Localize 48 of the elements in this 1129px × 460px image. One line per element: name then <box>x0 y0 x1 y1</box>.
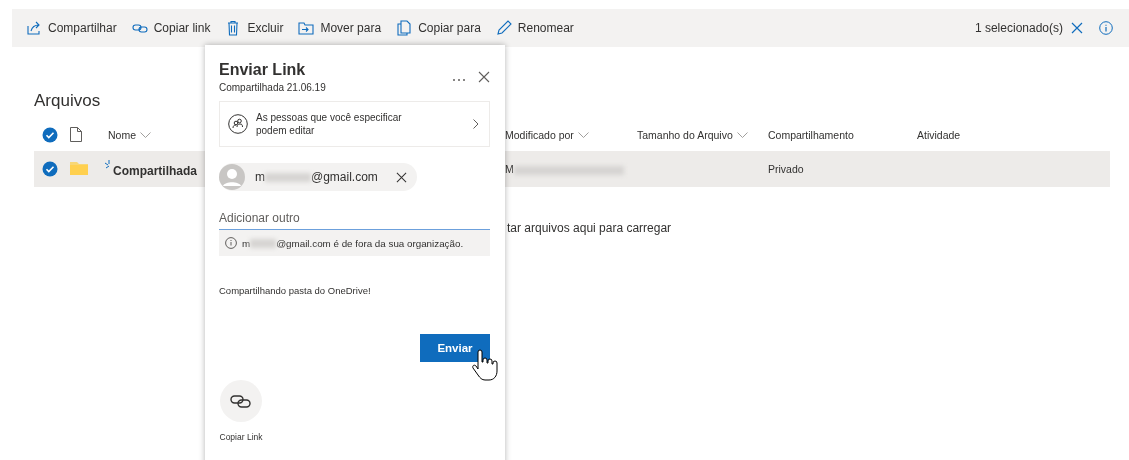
column-header[interactable]: Nome <box>108 129 136 141</box>
pencil-icon <box>495 20 512 36</box>
checkbox[interactable] <box>42 127 58 143</box>
toolbar-button[interactable]: Copiar para <box>396 20 488 36</box>
drop-hint: tar arquivos aqui para carregar <box>507 221 673 235</box>
avatar-icon <box>219 164 245 190</box>
chevron-down-icon <box>736 131 748 139</box>
column-header[interactable]: Compartilhamento <box>768 129 854 141</box>
toolbar-button[interactable]: Copiar link <box>131 20 218 36</box>
people-icon <box>228 114 248 134</box>
folder-arrow-icon <box>298 20 315 36</box>
send-button[interactable]: Enviar <box>420 334 490 362</box>
close-button[interactable] <box>478 71 490 83</box>
table-cell: Privado <box>768 163 804 175</box>
toolbar-button[interactable]: Compartilhar <box>26 20 124 36</box>
chevron-down-icon <box>577 131 589 139</box>
close-button[interactable] <box>1071 22 1083 34</box>
link-icon <box>230 392 252 410</box>
checkbox[interactable] <box>42 161 58 177</box>
option-label: Copiar Link <box>219 432 263 442</box>
chevron-right-icon <box>473 119 479 129</box>
table-cell: M <box>505 163 514 175</box>
copy-icon <box>396 20 413 36</box>
column-header[interactable]: Modificado por <box>505 129 574 141</box>
copy-link-button[interactable] <box>220 380 262 422</box>
external-warning: m @gmail.com é de fora da sua organização. <box>219 230 490 256</box>
column-header[interactable]: Tamanho do Arquivo <box>637 129 733 141</box>
permission-setting[interactable]: As pessoas que você especificar podem editar <box>219 101 490 147</box>
file-icon <box>70 126 82 142</box>
file-name[interactable]: Compartilhada <box>113 164 197 178</box>
remove-icon[interactable] <box>395 171 407 183</box>
dialog-title: Enviar Link <box>219 61 307 79</box>
share-icon <box>26 20 42 36</box>
toolbar-button[interactable]: Renomear <box>495 20 581 36</box>
chevron-down-icon <box>140 131 151 139</box>
toolbar-button[interactable]: Mover para <box>298 20 389 36</box>
column-header[interactable]: Atividade <box>917 129 961 141</box>
sparkle-icon <box>105 160 113 169</box>
selection-count: 1 selecionado(s) <box>974 21 1063 35</box>
info-button[interactable] <box>1099 21 1113 35</box>
blurred-text <box>265 172 311 182</box>
toolbar-button[interactable]: Excluir <box>225 20 291 36</box>
blurred-text <box>250 238 277 248</box>
dialog-subtitle: Compartilhada 21.06.19 <box>219 82 326 93</box>
folder-icon <box>70 161 88 175</box>
message-text[interactable]: Compartilhando pasta do OneDrive! <box>219 285 490 296</box>
info-icon <box>225 237 237 249</box>
recipient-chip[interactable]: m @gmail.com <box>219 163 417 191</box>
